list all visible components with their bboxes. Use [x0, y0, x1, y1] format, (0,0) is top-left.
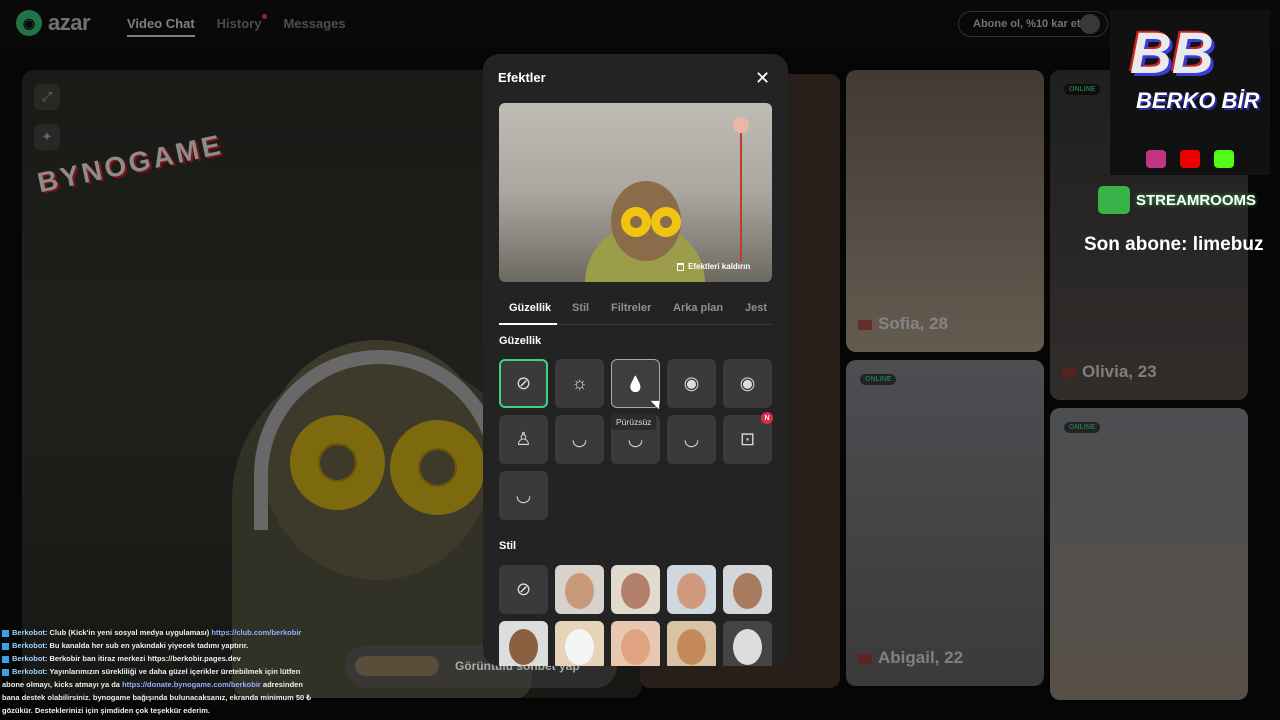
beauty-face-frame-button[interactable]: ⊡ N	[723, 412, 773, 464]
effects-tabs: Güzellik Stil Filtreler Arka plan Jest	[499, 299, 772, 325]
beauty-eye-button[interactable]: ◉	[667, 359, 716, 408]
beauty-face-slim-button[interactable]: ◡	[499, 471, 548, 520]
modal-title: Efektler	[498, 70, 546, 85]
tooltip: Pürüzsüz	[611, 414, 657, 430]
beauty-jaw-button[interactable]: ◡	[555, 415, 604, 464]
trash-icon	[677, 262, 684, 271]
remove-effects-label: Efektleri kaldırın	[688, 262, 751, 271]
eye-icon: ◉	[683, 373, 700, 393]
beauty-brightness-button[interactable]: ☼	[555, 359, 604, 408]
chat-message: Berkobot: Bu kanalda her sub en yakındak…	[2, 639, 312, 652]
chat-user: Berkobot	[12, 628, 45, 637]
beauty-nose-button[interactable]: ♙	[499, 415, 548, 464]
avatar-stack	[355, 656, 439, 676]
face-frame-icon: ⊡	[739, 429, 756, 449]
face-thumb	[565, 573, 594, 609]
chat-user: Berkobot	[12, 667, 45, 676]
camera-preview: Efektleri kaldırın	[499, 103, 772, 282]
chat-message: Berkobot: Yayınlarımızın sürekliliği ve …	[2, 665, 312, 717]
face-thumb	[677, 573, 706, 609]
style-face-button[interactable]	[499, 621, 548, 666]
drop-icon: 💧	[626, 375, 645, 393]
youtube-icon	[1180, 150, 1200, 168]
tab-stil[interactable]: Stil	[572, 302, 589, 314]
lamp-pole	[740, 131, 742, 261]
tab-arka-plan[interactable]: Arka plan	[673, 302, 723, 314]
face-thumb	[677, 629, 706, 665]
new-badge: N	[761, 412, 773, 424]
cheek-icon: ◡	[683, 429, 700, 449]
last-subscriber: Son abone: limebuz	[1084, 234, 1264, 255]
lamp	[733, 117, 749, 133]
beauty-eye-enlarge-button[interactable]: ◉	[723, 359, 772, 408]
style-face-button[interactable]	[667, 565, 716, 614]
chat-text: : Bu kanalda her sub en yakındaki yiyece…	[44, 641, 249, 650]
streamer-name: BERKO BİR	[1136, 88, 1260, 113]
chat-link[interactable]: https://donate.bynogame.com/berkobir	[122, 680, 261, 689]
jaw-icon: ◡	[571, 429, 588, 449]
chat-user: Berkobot	[12, 654, 45, 663]
preview-goggle-left	[621, 207, 651, 237]
face-thumb	[565, 629, 594, 665]
kick-icon	[2, 629, 9, 637]
preview-goggle-right	[651, 207, 681, 237]
style-face-button[interactable]	[723, 565, 772, 614]
eye-plus-icon: ◉	[739, 373, 756, 393]
streamrooms-icon	[1098, 186, 1130, 214]
chat-text: : Club (Kick'in yeni sosyal medya uygula…	[44, 628, 212, 637]
face-slim-icon: ◡	[515, 485, 532, 505]
style-face-button[interactable]	[611, 621, 660, 666]
style-face-button[interactable]	[667, 621, 716, 666]
streamrooms-logo: STREAMROOMS	[1098, 186, 1256, 214]
chin-icon: ◡	[627, 429, 644, 449]
streamer-logo: BB	[1130, 21, 1214, 86]
chat-text: : Berkobir ban itiraz merkezi https://be…	[44, 654, 241, 663]
face-thumb	[509, 629, 538, 665]
section-beauty-title: Güzellik	[499, 335, 542, 347]
style-face-button[interactable]	[555, 621, 604, 666]
chat-link[interactable]: https://club.com/berkobir	[211, 628, 301, 637]
chat-message: Berkobot: Berkobir ban itiraz merkezi ht…	[2, 652, 312, 665]
stream-chat: Berkobot: Club (Kick'in yeni sosyal medy…	[2, 626, 312, 717]
remove-effects-button[interactable]: Efektleri kaldırın	[677, 262, 750, 271]
chat-message: Berkobot: Club (Kick'in yeni sosyal medy…	[2, 626, 312, 639]
face-thumb	[733, 573, 762, 609]
beauty-none-button[interactable]: ⊘	[499, 359, 548, 408]
instagram-icon	[1146, 150, 1166, 168]
face-thumb	[621, 573, 650, 609]
tab-filtreler[interactable]: Filtreler	[611, 302, 651, 314]
kick-icon	[2, 642, 9, 650]
style-face-button[interactable]	[555, 565, 604, 614]
none-icon: ⊘	[515, 579, 532, 599]
kick-icon	[2, 655, 9, 663]
tab-guzellik[interactable]: Güzellik	[509, 302, 551, 314]
kick-icon	[1214, 150, 1234, 168]
style-none-button[interactable]: ⊘	[499, 565, 548, 614]
face-thumb	[621, 629, 650, 665]
face-thumb	[733, 629, 762, 665]
streamer-logo-panel: BB BERKO BİR	[1110, 10, 1270, 175]
active-tab-indicator	[499, 323, 557, 325]
tab-jest[interactable]: Jest	[745, 302, 767, 314]
sun-icon: ☼	[571, 373, 588, 393]
kick-icon	[2, 668, 9, 676]
effects-modal: Efektler ✕ Efektleri kaldırın Güzellik S…	[483, 54, 788, 666]
close-icon[interactable]: ✕	[755, 68, 770, 89]
nose-icon: ♙	[515, 429, 532, 449]
section-style-title: Stil	[499, 540, 517, 552]
style-face-button[interactable]	[611, 565, 660, 614]
chat-user: Berkobot	[12, 641, 45, 650]
streamrooms-text: STREAMROOMS	[1136, 191, 1256, 209]
style-face-button[interactable]	[723, 621, 772, 666]
beauty-cheek-button[interactable]: ◡	[667, 415, 716, 464]
none-icon: ⊘	[515, 373, 532, 393]
